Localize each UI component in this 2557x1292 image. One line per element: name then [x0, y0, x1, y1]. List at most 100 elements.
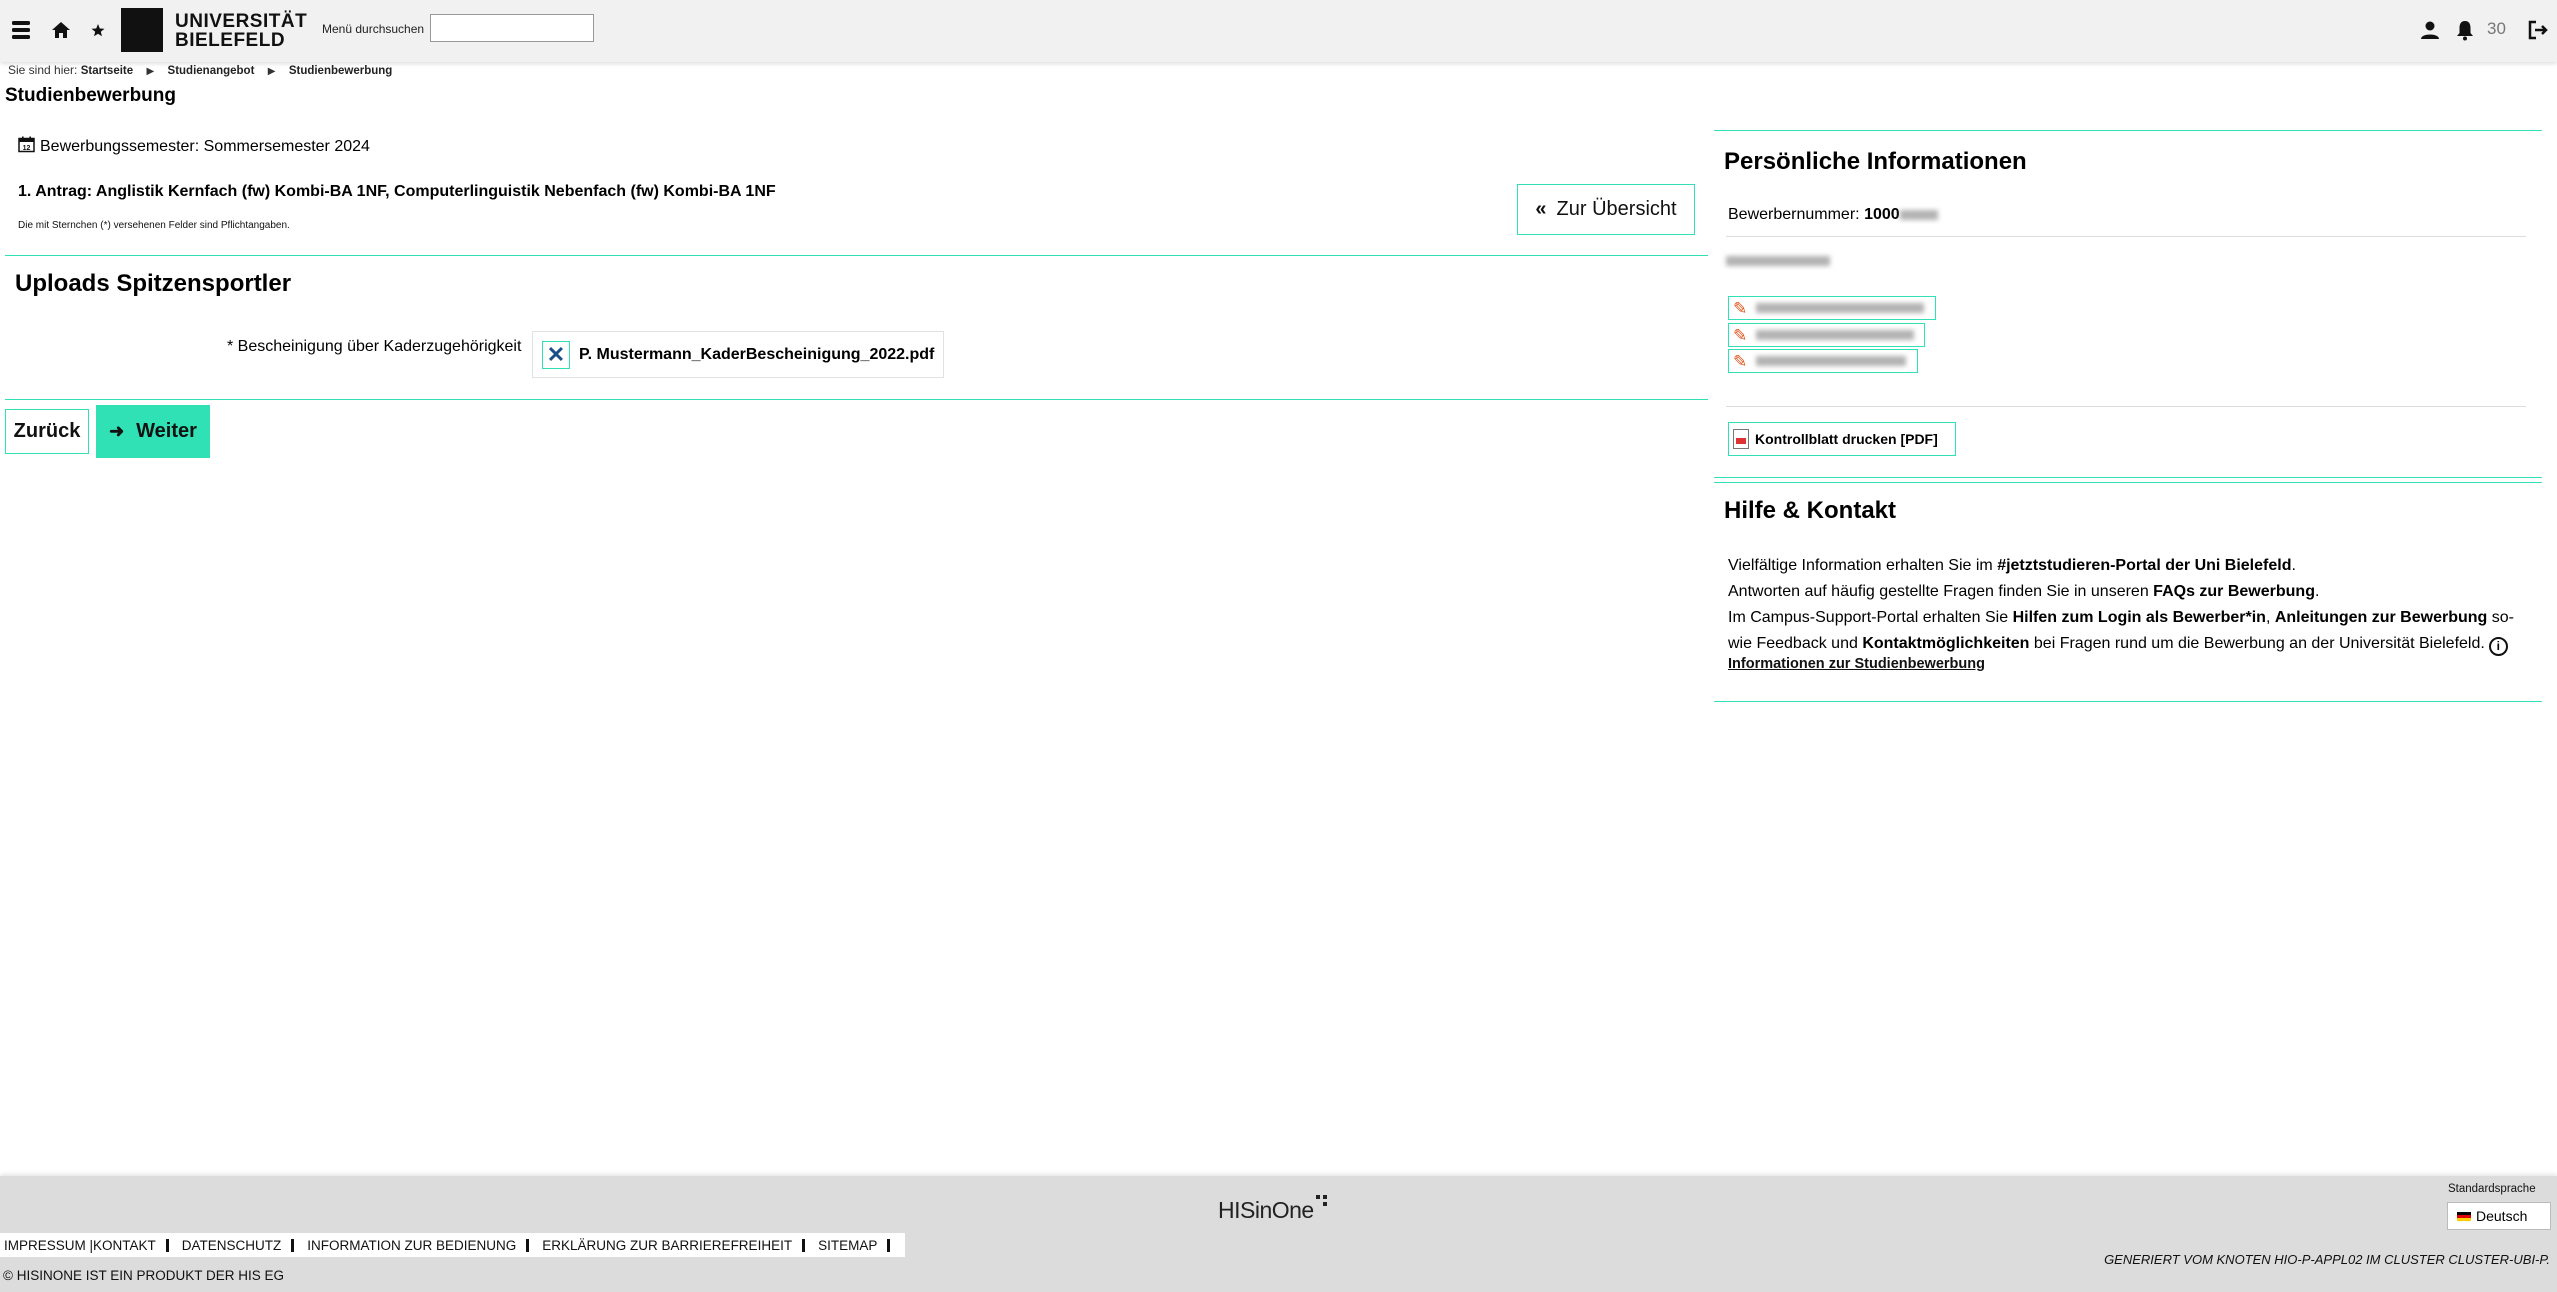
language-selector[interactable]: Deutsch	[2447, 1202, 2551, 1230]
svg-text:12: 12	[23, 145, 31, 152]
chevron-right-icon: ▶	[146, 66, 155, 77]
applicant-number: Bewerbernummer: 1000	[1728, 206, 1938, 224]
jetztstudieren-portal-link[interactable]: #jetztstudieren-Portal der Uni Bielefeld	[1997, 557, 2291, 574]
uploaded-file-name[interactable]: P. Mustermann_KaderBescheinigung_2022.pd…	[579, 346, 934, 364]
next-button[interactable]: ➜ Weiter	[96, 405, 210, 458]
print-button-label: Kontrollblatt drucken [PDF]	[1755, 431, 1938, 447]
help-text-fragment: bei Fragen rund um die Bewerbung an der …	[2029, 635, 2485, 652]
pdf-icon	[1733, 429, 1749, 449]
redacted-text	[1756, 356, 1907, 366]
breadcrumb-item-startseite[interactable]: Startseite	[81, 65, 133, 77]
pencil-icon: ✎	[1733, 351, 1748, 371]
applicant-number-value: 1000	[1864, 206, 1900, 223]
logo-line-2: BIELEFELD	[175, 30, 286, 51]
redacted-text	[1756, 303, 1925, 313]
help-contact-title: Hilfe & Kontakt	[1724, 497, 1897, 524]
divider	[5, 255, 1708, 256]
university-logo-text[interactable]: UNIVERSITÄT BIELEFELD	[175, 12, 307, 50]
breadcrumb: Sie sind hier: Startseite ▶ Studienangeb…	[8, 63, 392, 77]
back-button[interactable]: Zurück	[5, 409, 89, 454]
application-guide-link[interactable]: Anleitungen zur Bewerbung	[2275, 609, 2487, 626]
footer: HISinOne Impressum |Kontakt Datenschutz …	[0, 1176, 2557, 1292]
chevron-right-icon: ▶	[267, 66, 276, 77]
notification-count[interactable]: 30	[2487, 19, 2506, 39]
footer-link-sitemap[interactable]: Sitemap	[814, 1238, 881, 1253]
divider	[5, 399, 1708, 400]
star-icon[interactable]	[86, 18, 110, 42]
help-text: Vielfältige Information erhalten Sie im …	[1728, 553, 2528, 657]
edit-email-button[interactable]: ✎	[1728, 323, 1925, 347]
redacted-text	[1756, 330, 1915, 340]
flag-de-icon	[2457, 1211, 2471, 1221]
footer-separator	[526, 1238, 530, 1252]
application-title: 1. Antrag: Anglistik Kernfach (fw) Kombi…	[18, 183, 776, 200]
copyright: © HISINONE IST EIN PRODUKT DER HIS EG	[3, 1268, 284, 1283]
home-icon[interactable]	[49, 18, 73, 42]
logout-icon[interactable]	[2526, 18, 2550, 42]
language-label: Standardsprache	[2448, 1183, 2536, 1195]
divider	[1714, 130, 2542, 131]
user-icon[interactable]	[2418, 18, 2442, 42]
footer-link-datenschutz[interactable]: Datenschutz	[178, 1238, 286, 1253]
help-text-fragment: ,	[2265, 609, 2275, 626]
upload-field-label: * Bescheinigung über Kaderzugehörigkeit	[227, 338, 522, 355]
help-text-fragment: Antworten auf häufig gestellte Fragen fi…	[1728, 583, 2154, 600]
login-help-link[interactable]: Hilfen zum Login als Bewerber*in	[2013, 609, 2266, 626]
menu-icon[interactable]	[10, 18, 34, 42]
divider	[1714, 701, 2542, 702]
close-icon[interactable]: ✕	[542, 340, 570, 369]
next-button-label: Weiter	[136, 420, 197, 442]
divider	[1726, 406, 2526, 407]
print-control-sheet-button[interactable]: Kontrollblatt drucken [PDF]	[1728, 422, 1956, 456]
pencil-icon: ✎	[1733, 298, 1748, 318]
contact-options-link[interactable]: Kontaktmöglichkeiten	[1862, 635, 2029, 652]
menu-search-label: Menü durchsuchen	[322, 22, 425, 36]
hisinone-dots-icon	[1316, 1195, 1327, 1206]
overview-button-label: Zur Übersicht	[1556, 198, 1677, 220]
edit-phone-button[interactable]: ✎	[1728, 349, 1918, 373]
footer-separator	[802, 1238, 806, 1252]
footer-link-bedienung[interactable]: Information zur Bedienung	[303, 1238, 520, 1253]
double-chevron-left-icon: «	[1535, 198, 1547, 220]
divider	[1726, 236, 2526, 237]
divider	[1714, 477, 2542, 478]
hisinone-logo: HISinOne	[1218, 1197, 1314, 1223]
pencil-icon: ✎	[1733, 325, 1748, 345]
footer-links: Impressum |Kontakt Datenschutz Informati…	[0, 1233, 906, 1257]
bell-icon[interactable]	[2453, 18, 2477, 42]
help-text-fragment: .	[2291, 557, 2296, 574]
overview-button[interactable]: « Zur Übersicht	[1517, 184, 1695, 235]
footer-separator	[291, 1238, 295, 1252]
application-info-link[interactable]: Informationen zur Studienbewerbung	[1728, 656, 1985, 672]
page-title: Studienbewerbung	[5, 85, 176, 106]
breadcrumb-prefix: Sie sind hier:	[8, 63, 78, 77]
top-bar: UNIVERSITÄT BIELEFELD Menü durchsuchen 3…	[0, 0, 2557, 62]
generated-by-node: Generiert vom Knoten hio-p-appl02 im Clu…	[2104, 1252, 2550, 1267]
applicant-name	[1726, 252, 1830, 270]
redacted-text	[1899, 209, 1938, 220]
uploaded-file: ✕ P. Mustermann_KaderBescheinigung_2022.…	[532, 331, 944, 378]
faq-link[interactable]: FAQs zur Bewerbung	[2153, 583, 2315, 600]
breadcrumb-item-studienangebot[interactable]: Studienangebot	[168, 65, 255, 77]
footer-separator	[887, 1238, 891, 1252]
section-title: Uploads Spitzensportler	[15, 270, 292, 297]
calendar-icon: 12	[18, 136, 35, 158]
redacted-text	[1726, 255, 1830, 266]
logo-line-1: UNIVERSITÄT	[175, 11, 308, 32]
help-text-fragment: Im Campus-Support-Portal erhalten Sie	[1728, 609, 2013, 626]
footer-separator	[165, 1238, 169, 1252]
footer-link-barrierefreiheit[interactable]: Erklärung zur Barrierefreiheit	[538, 1238, 796, 1253]
edit-address-button[interactable]: ✎	[1728, 296, 1936, 320]
mandatory-fields-hint: Die mit Sternchen (*) versehenen Felder …	[18, 220, 290, 231]
personal-info-title: Persönliche Informationen	[1724, 148, 2027, 175]
footer-link-impressum[interactable]: Impressum |Kontakt	[0, 1238, 160, 1253]
semester-info: 12 Bewerbungssemester: Sommersemester 20…	[18, 136, 370, 158]
help-text-fragment: .	[2314, 583, 2320, 600]
semester-text: Bewerbungssemester: Sommersemester 2024	[40, 138, 370, 155]
menu-search-input[interactable]	[430, 14, 594, 42]
breadcrumb-item-studienbewerbung[interactable]: Studienbewerbung	[289, 65, 393, 77]
help-text-fragment: Vielfältige Information erhalten Sie im	[1728, 557, 1998, 574]
language-value: Deutsch	[2476, 1208, 2528, 1224]
info-icon[interactable]: i	[2488, 637, 2508, 656]
university-logo[interactable]	[121, 8, 163, 52]
